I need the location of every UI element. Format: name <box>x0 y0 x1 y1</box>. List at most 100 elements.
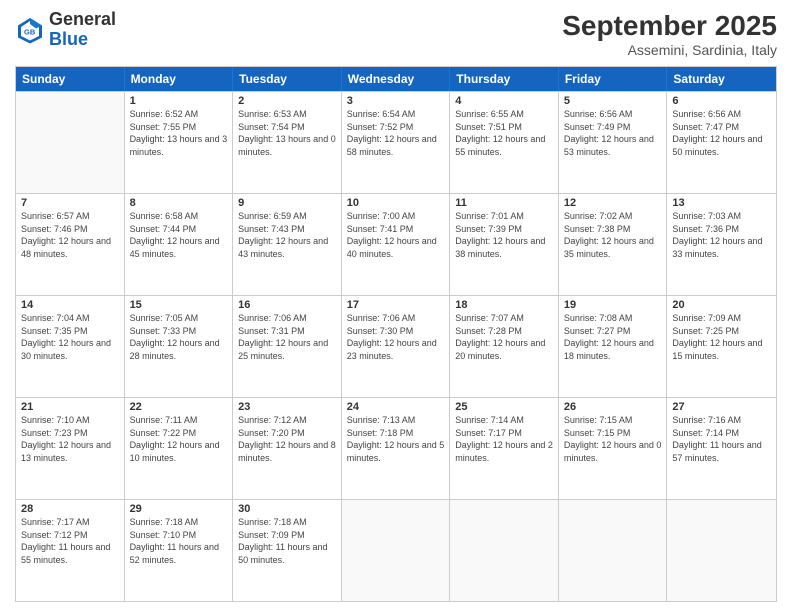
day-info: Sunrise: 6:53 AMSunset: 7:54 PMDaylight:… <box>238 108 336 158</box>
day-number: 15 <box>130 299 228 311</box>
day-info: Sunrise: 7:02 AMSunset: 7:38 PMDaylight:… <box>564 210 662 260</box>
calendar-cell-6: 6Sunrise: 6:56 AMSunset: 7:47 PMDaylight… <box>667 92 776 193</box>
calendar-week-3: 21Sunrise: 7:10 AMSunset: 7:23 PMDayligh… <box>16 397 776 499</box>
day-info: Sunrise: 6:57 AMSunset: 7:46 PMDaylight:… <box>21 210 119 260</box>
day-number: 22 <box>130 401 228 413</box>
calendar-cell-19: 19Sunrise: 7:08 AMSunset: 7:27 PMDayligh… <box>559 296 668 397</box>
calendar-week-1: 7Sunrise: 6:57 AMSunset: 7:46 PMDaylight… <box>16 193 776 295</box>
header-day-monday: Monday <box>125 67 234 91</box>
calendar-body: 1Sunrise: 6:52 AMSunset: 7:55 PMDaylight… <box>16 91 776 601</box>
header-day-friday: Friday <box>559 67 668 91</box>
day-number: 10 <box>347 197 445 209</box>
calendar-header: SundayMondayTuesdayWednesdayThursdayFrid… <box>16 67 776 91</box>
day-info: Sunrise: 6:54 AMSunset: 7:52 PMDaylight:… <box>347 108 445 158</box>
calendar-cell-3: 3Sunrise: 6:54 AMSunset: 7:52 PMDaylight… <box>342 92 451 193</box>
day-number: 1 <box>130 95 228 107</box>
day-info: Sunrise: 6:58 AMSunset: 7:44 PMDaylight:… <box>130 210 228 260</box>
calendar-cell-30: 30Sunrise: 7:18 AMSunset: 7:09 PMDayligh… <box>233 500 342 601</box>
day-number: 24 <box>347 401 445 413</box>
logo-icon: GB <box>15 15 45 45</box>
calendar-cell-26: 26Sunrise: 7:15 AMSunset: 7:15 PMDayligh… <box>559 398 668 499</box>
calendar-cell-11: 11Sunrise: 7:01 AMSunset: 7:39 PMDayligh… <box>450 194 559 295</box>
calendar-week-2: 14Sunrise: 7:04 AMSunset: 7:35 PMDayligh… <box>16 295 776 397</box>
day-number: 4 <box>455 95 553 107</box>
day-number: 21 <box>21 401 119 413</box>
calendar-cell-23: 23Sunrise: 7:12 AMSunset: 7:20 PMDayligh… <box>233 398 342 499</box>
calendar-cell-14: 14Sunrise: 7:04 AMSunset: 7:35 PMDayligh… <box>16 296 125 397</box>
calendar-cell-13: 13Sunrise: 7:03 AMSunset: 7:36 PMDayligh… <box>667 194 776 295</box>
calendar-cell-5: 5Sunrise: 6:56 AMSunset: 7:49 PMDaylight… <box>559 92 668 193</box>
day-info: Sunrise: 6:55 AMSunset: 7:51 PMDaylight:… <box>455 108 553 158</box>
day-info: Sunrise: 7:18 AMSunset: 7:10 PMDaylight:… <box>130 516 228 566</box>
day-info: Sunrise: 7:10 AMSunset: 7:23 PMDaylight:… <box>21 414 119 464</box>
day-number: 5 <box>564 95 662 107</box>
calendar-cell-10: 10Sunrise: 7:00 AMSunset: 7:41 PMDayligh… <box>342 194 451 295</box>
day-number: 28 <box>21 503 119 515</box>
day-number: 14 <box>21 299 119 311</box>
day-info: Sunrise: 6:56 AMSunset: 7:49 PMDaylight:… <box>564 108 662 158</box>
day-number: 7 <box>21 197 119 209</box>
calendar-cell-7: 7Sunrise: 6:57 AMSunset: 7:46 PMDaylight… <box>16 194 125 295</box>
calendar-cell-4: 4Sunrise: 6:55 AMSunset: 7:51 PMDaylight… <box>450 92 559 193</box>
day-info: Sunrise: 7:12 AMSunset: 7:20 PMDaylight:… <box>238 414 336 464</box>
calendar-cell-28: 28Sunrise: 7:17 AMSunset: 7:12 PMDayligh… <box>16 500 125 601</box>
day-number: 29 <box>130 503 228 515</box>
day-number: 2 <box>238 95 336 107</box>
day-number: 23 <box>238 401 336 413</box>
calendar-cell-8: 8Sunrise: 6:58 AMSunset: 7:44 PMDaylight… <box>125 194 234 295</box>
day-number: 25 <box>455 401 553 413</box>
header-day-saturday: Saturday <box>667 67 776 91</box>
day-number: 16 <box>238 299 336 311</box>
calendar-cell-1: 1Sunrise: 6:52 AMSunset: 7:55 PMDaylight… <box>125 92 234 193</box>
calendar-cell-9: 9Sunrise: 6:59 AMSunset: 7:43 PMDaylight… <box>233 194 342 295</box>
subtitle: Assemini, Sardinia, Italy <box>562 42 777 58</box>
calendar-cell-12: 12Sunrise: 7:02 AMSunset: 7:38 PMDayligh… <box>559 194 668 295</box>
header-day-wednesday: Wednesday <box>342 67 451 91</box>
day-info: Sunrise: 7:18 AMSunset: 7:09 PMDaylight:… <box>238 516 336 566</box>
day-info: Sunrise: 7:14 AMSunset: 7:17 PMDaylight:… <box>455 414 553 464</box>
day-number: 11 <box>455 197 553 209</box>
day-number: 3 <box>347 95 445 107</box>
calendar-cell-empty-6 <box>667 500 776 601</box>
day-info: Sunrise: 7:17 AMSunset: 7:12 PMDaylight:… <box>21 516 119 566</box>
day-number: 27 <box>672 401 771 413</box>
day-info: Sunrise: 7:09 AMSunset: 7:25 PMDaylight:… <box>672 312 771 362</box>
calendar-cell-empty-4 <box>450 500 559 601</box>
header-day-tuesday: Tuesday <box>233 67 342 91</box>
day-number: 12 <box>564 197 662 209</box>
day-number: 17 <box>347 299 445 311</box>
day-info: Sunrise: 6:52 AMSunset: 7:55 PMDaylight:… <box>130 108 228 158</box>
day-number: 26 <box>564 401 662 413</box>
day-number: 6 <box>672 95 771 107</box>
day-info: Sunrise: 6:59 AMSunset: 7:43 PMDaylight:… <box>238 210 336 260</box>
calendar-cell-empty-0 <box>16 92 125 193</box>
page: GB General Blue September 2025 Assemini,… <box>0 0 792 612</box>
calendar: SundayMondayTuesdayWednesdayThursdayFrid… <box>15 66 777 602</box>
calendar-cell-25: 25Sunrise: 7:14 AMSunset: 7:17 PMDayligh… <box>450 398 559 499</box>
day-info: Sunrise: 7:01 AMSunset: 7:39 PMDaylight:… <box>455 210 553 260</box>
day-number: 13 <box>672 197 771 209</box>
month-title: September 2025 <box>562 10 777 42</box>
calendar-week-0: 1Sunrise: 6:52 AMSunset: 7:55 PMDaylight… <box>16 91 776 193</box>
day-info: Sunrise: 7:07 AMSunset: 7:28 PMDaylight:… <box>455 312 553 362</box>
day-info: Sunrise: 7:06 AMSunset: 7:30 PMDaylight:… <box>347 312 445 362</box>
calendar-cell-18: 18Sunrise: 7:07 AMSunset: 7:28 PMDayligh… <box>450 296 559 397</box>
calendar-cell-15: 15Sunrise: 7:05 AMSunset: 7:33 PMDayligh… <box>125 296 234 397</box>
calendar-cell-22: 22Sunrise: 7:11 AMSunset: 7:22 PMDayligh… <box>125 398 234 499</box>
day-info: Sunrise: 7:00 AMSunset: 7:41 PMDaylight:… <box>347 210 445 260</box>
calendar-cell-2: 2Sunrise: 6:53 AMSunset: 7:54 PMDaylight… <box>233 92 342 193</box>
calendar-cell-21: 21Sunrise: 7:10 AMSunset: 7:23 PMDayligh… <box>16 398 125 499</box>
day-number: 19 <box>564 299 662 311</box>
day-info: Sunrise: 6:56 AMSunset: 7:47 PMDaylight:… <box>672 108 771 158</box>
calendar-cell-17: 17Sunrise: 7:06 AMSunset: 7:30 PMDayligh… <box>342 296 451 397</box>
logo-blue: Blue <box>49 29 88 49</box>
day-number: 9 <box>238 197 336 209</box>
day-info: Sunrise: 7:05 AMSunset: 7:33 PMDaylight:… <box>130 312 228 362</box>
title-section: September 2025 Assemini, Sardinia, Italy <box>562 10 777 58</box>
day-info: Sunrise: 7:15 AMSunset: 7:15 PMDaylight:… <box>564 414 662 464</box>
day-info: Sunrise: 7:06 AMSunset: 7:31 PMDaylight:… <box>238 312 336 362</box>
day-info: Sunrise: 7:16 AMSunset: 7:14 PMDaylight:… <box>672 414 771 464</box>
calendar-cell-20: 20Sunrise: 7:09 AMSunset: 7:25 PMDayligh… <box>667 296 776 397</box>
header-day-sunday: Sunday <box>16 67 125 91</box>
calendar-cell-empty-3 <box>342 500 451 601</box>
